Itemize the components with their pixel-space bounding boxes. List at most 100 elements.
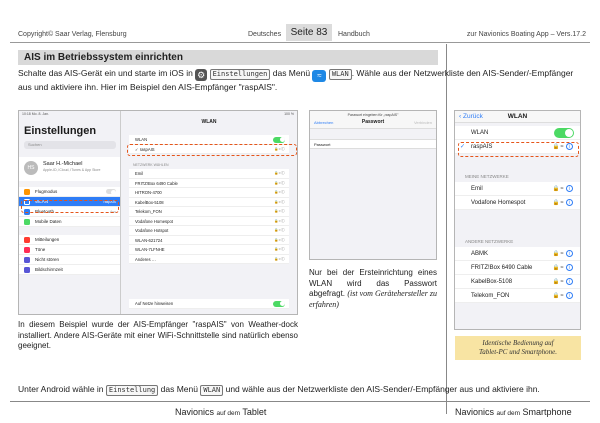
header-section-label-2: Handbuch bbox=[338, 31, 370, 38]
wlan-pane-title: WLAN bbox=[201, 119, 217, 125]
footer-tablet: Navionics auf dem Tablet bbox=[175, 407, 267, 417]
phone-network-row[interactable]: FRITZ!Box 6490 Cable 🔒≈ i bbox=[455, 261, 580, 275]
network-row[interactable]: FRITZ!Box 6490 Cable 🔒≈ⓘ bbox=[129, 179, 289, 189]
network-name: Telekom_FON bbox=[135, 209, 162, 214]
lock-wifi-info-icon[interactable]: 🔒≈ⓘ bbox=[274, 226, 285, 236]
lock-wifi-info-icon[interactable]: 🔒≈ⓘ bbox=[274, 179, 285, 189]
network-row[interactable]: KabelBox-5108 🔒≈ⓘ bbox=[129, 198, 289, 208]
password-description: Nur bei der Ersteinrichtung eines WLAN w… bbox=[309, 268, 437, 309]
sidebar-item-toene[interactable]: Töne bbox=[19, 245, 120, 255]
ask-join-group: Auf Netze hinweisen bbox=[129, 299, 289, 309]
network-name: Emil bbox=[135, 171, 144, 176]
lock-wifi-info-icon[interactable]: 🔒≈ⓘ bbox=[274, 198, 285, 208]
tablet-status-bar-right: 100 % bbox=[121, 112, 297, 117]
tablet-wlan-pane: 100 % WLAN WLAN ✓ raspAIS 🔒≈ⓘ NETZWERK WÄ… bbox=[121, 111, 297, 314]
phone-wlan-toggle[interactable] bbox=[554, 128, 574, 138]
info-icon[interactable]: i bbox=[566, 199, 573, 206]
lock-wifi-info-icon[interactable]: 🔒≈ i bbox=[553, 261, 573, 275]
info-icon[interactable]: i bbox=[566, 278, 573, 285]
antenna-icon bbox=[24, 219, 30, 225]
lock-wifi-info-icon[interactable]: 🔒≈ i bbox=[553, 182, 573, 196]
wlan-sidebar-highlight bbox=[21, 200, 119, 213]
header-rule bbox=[10, 42, 590, 43]
info-icon[interactable]: i bbox=[566, 264, 573, 271]
network-list: Emil 🔒≈ⓘ FRITZ!Box 6490 Cable 🔒≈ⓘ HITRON-470… bbox=[129, 169, 289, 264]
networks-header: NETZWERK WÄHLEN bbox=[133, 163, 169, 167]
lock-wifi-info-icon[interactable]: 🔒≈ⓘ bbox=[274, 255, 285, 265]
ask-join-toggle[interactable] bbox=[273, 300, 285, 307]
raspais-highlight-tablet bbox=[127, 144, 297, 156]
section-title: AIS im Betriebssystem einrichten bbox=[18, 50, 438, 65]
android-settings-key: Einstellung bbox=[105, 385, 159, 396]
network-name: Emil bbox=[471, 186, 483, 192]
wifi-icon: ≈ bbox=[312, 70, 327, 82]
lock-wifi-info-icon[interactable]: 🔒≈ i bbox=[553, 247, 573, 261]
footer-rule bbox=[10, 401, 590, 402]
network-row[interactable]: WLAN-621724 🔒≈ⓘ bbox=[129, 236, 289, 246]
tablet-settings-title: Einstellungen bbox=[24, 125, 97, 137]
lock-wifi-info-icon[interactable]: 🔒≈ⓘ bbox=[274, 207, 285, 217]
header-app-version: zur Navionics Boating App – Vers.17.2 bbox=[466, 31, 586, 38]
network-row[interactable]: Vodafone Hotspot 🔒≈ⓘ bbox=[129, 226, 289, 236]
lock-wifi-info-icon[interactable]: 🔒≈ⓘ bbox=[274, 217, 285, 227]
join-button[interactable]: Verbinden bbox=[414, 120, 432, 125]
airplane-icon bbox=[24, 189, 30, 195]
phone-network-row[interactable]: Telekom_FON 🔒≈ i bbox=[455, 289, 580, 303]
password-field[interactable]: Passwort bbox=[310, 139, 436, 149]
sidebar-item-flugmodus[interactable]: Flugmodus bbox=[19, 187, 120, 197]
lock-wifi-info-icon[interactable]: 🔒≈ⓘ bbox=[274, 169, 285, 179]
lock-wifi-info-icon[interactable]: 🔒≈ i bbox=[553, 275, 573, 289]
tablet-status-bar: 10:18 Mo. 8. Jan. bbox=[19, 112, 120, 117]
sidebar-item-bildschirmzeit[interactable]: Bildschirmzeit bbox=[19, 265, 120, 275]
sidebar-item-mitteilungen[interactable]: Mitteilungen bbox=[19, 235, 120, 245]
phone-network-row[interactable]: Emil 🔒≈ i bbox=[455, 182, 580, 196]
network-name: WLAN-621724 bbox=[135, 237, 163, 243]
sidebar-item-mobile-data[interactable]: Mobile Daten bbox=[19, 217, 120, 227]
tablet-settings-sidebar: 10:18 Mo. 8. Jan. Einstellungen Suchen H… bbox=[19, 111, 121, 314]
android-instructions: Unter Android wähle in Einstellung das M… bbox=[18, 384, 540, 396]
network-name: WLAN-7LFNHE bbox=[135, 247, 165, 252]
intro-paragraph: Schalte das AIS-Gerät ein und starte im … bbox=[18, 68, 588, 93]
tablet-screenshot: 10:18 Mo. 8. Jan. Einstellungen Suchen H… bbox=[18, 110, 298, 315]
network-row[interactable]: Anderes … 🔒≈ⓘ bbox=[129, 255, 289, 265]
lock-wifi-info-icon[interactable]: 🔒≈ⓘ bbox=[274, 236, 285, 246]
network-row[interactable]: HITRON-4700 🔒≈ⓘ bbox=[129, 188, 289, 198]
info-icon[interactable]: i bbox=[566, 185, 573, 192]
airplane-toggle[interactable] bbox=[106, 189, 116, 195]
password-dialog-caption: Passwort eingeben für „raspAIS" bbox=[347, 113, 399, 117]
network-name: FRITZ!Box 6490 Cable bbox=[471, 265, 533, 271]
android-wlan-key: WLAN bbox=[200, 385, 224, 396]
raspais-highlight-phone bbox=[458, 142, 579, 157]
lock-wifi-info-icon[interactable]: 🔒≈ⓘ bbox=[274, 245, 285, 255]
phone-navbar: ‹ Zurück WLAN bbox=[455, 111, 580, 123]
network-row[interactable]: Emil 🔒≈ⓘ bbox=[129, 169, 289, 179]
tablet-search-input[interactable]: Suchen bbox=[24, 141, 116, 149]
ask-join-row: Auf Netze hinweisen bbox=[129, 299, 289, 309]
lock-wifi-info-icon[interactable]: 🔒≈ i bbox=[553, 196, 573, 210]
hourglass-icon bbox=[24, 267, 30, 273]
info-icon[interactable]: i bbox=[566, 292, 573, 299]
phone-network-row[interactable]: ABMK 🔒≈ i bbox=[455, 247, 580, 261]
network-row[interactable]: Telekom_FON 🔒≈ⓘ bbox=[129, 207, 289, 217]
info-icon[interactable]: i bbox=[566, 250, 573, 257]
profile-name: Saar H.-Michael bbox=[43, 161, 83, 167]
lock-wifi-info-icon[interactable]: 🔒≈ⓘ bbox=[274, 188, 285, 198]
identical-operation-note: Identische Bedienung auf Tablet-PC und S… bbox=[455, 336, 581, 360]
wlan-toggle[interactable] bbox=[273, 136, 285, 143]
phone-network-row[interactable]: KabelBox-5108 🔒≈ i bbox=[455, 275, 580, 289]
lock-wifi-info-icon[interactable]: 🔒≈ i bbox=[553, 289, 573, 303]
password-dialog-screenshot: Passwort eingeben für „raspAIS" Abbreche… bbox=[309, 110, 437, 260]
network-row[interactable]: Vodafone Homespot 🔒≈ⓘ bbox=[129, 217, 289, 227]
avatar: HS bbox=[24, 161, 38, 175]
network-name: Vodafone Homespot bbox=[471, 200, 526, 206]
smartphone-screenshot: ‹ Zurück WLAN WLAN ✓ raspAIS 🔒≈ i MEINE NET… bbox=[454, 110, 581, 330]
phone-network-row[interactable]: Vodafone Homespot 🔒≈ i bbox=[455, 196, 580, 210]
sidebar-item-nicht-stoeren[interactable]: Nicht stören bbox=[19, 255, 120, 265]
network-name: KabelBox-5108 bbox=[471, 279, 513, 285]
network-name: FRITZ!Box 6490 Cable bbox=[135, 180, 178, 186]
settings-menu-key: Einstellungen bbox=[209, 69, 271, 80]
network-row[interactable]: WLAN-7LFNHE 🔒≈ⓘ bbox=[129, 245, 289, 255]
battery-status: 100 % bbox=[284, 112, 294, 116]
other-networks-list: ABMK 🔒≈ i FRITZ!Box 6490 Cable 🔒≈ i KabelBox-5… bbox=[455, 247, 580, 303]
tablet-profile-row[interactable]: HS Saar H.-Michael Apple-ID, iCloud, iTu… bbox=[19, 157, 120, 181]
